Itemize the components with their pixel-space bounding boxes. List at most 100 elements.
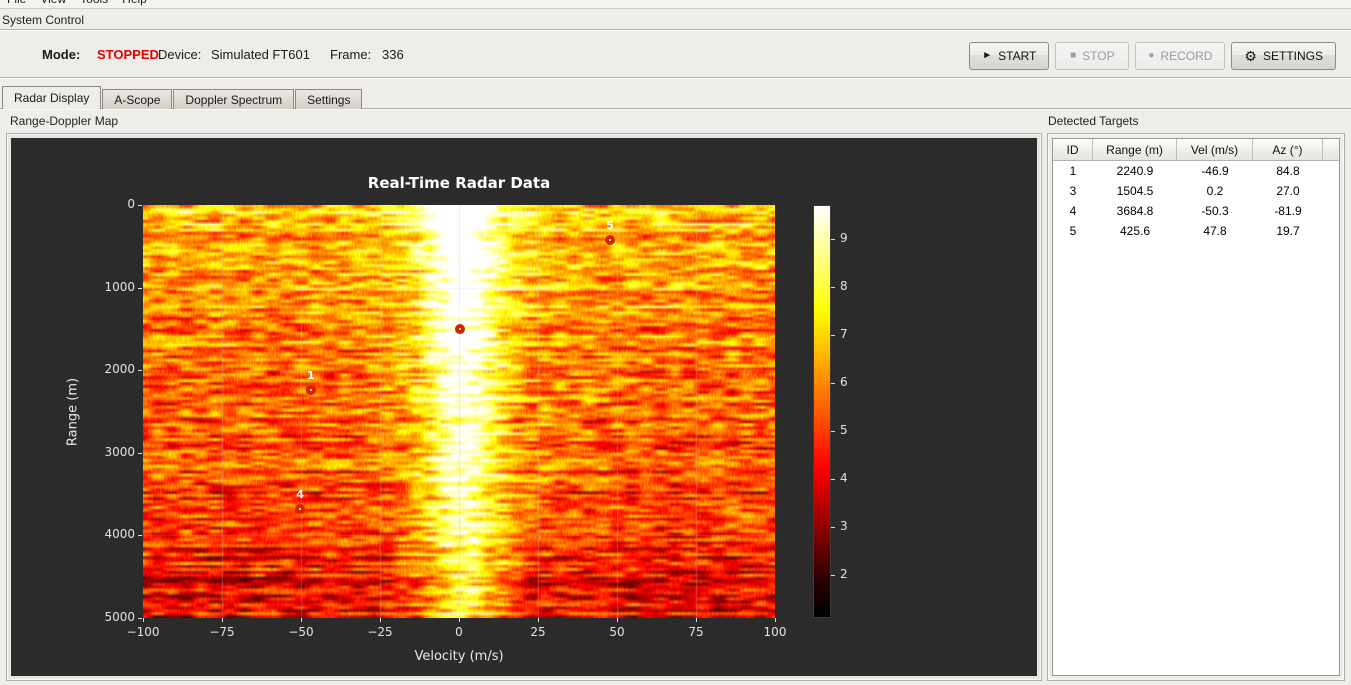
y-tick-mark — [138, 205, 142, 206]
record-button[interactable]: ● RECORD — [1135, 42, 1225, 70]
table-cell: 1 — [1053, 161, 1093, 181]
frame-value: 336 — [382, 47, 404, 62]
settings-button[interactable]: ⚙ SETTINGS — [1231, 42, 1336, 70]
transport-buttons: ► START ■ STOP ● RECORD ⚙ SETTINGS — [969, 42, 1336, 70]
tab-radar-display[interactable]: Radar Display — [2, 86, 101, 109]
y-tick-label: 0 — [65, 197, 135, 211]
column-header-vel-m-s[interactable]: Vel (m/s) — [1177, 139, 1253, 161]
target-marker — [295, 504, 305, 514]
x-tick-label: 50 — [609, 625, 624, 639]
colorbar-tick-label: 4 — [840, 471, 848, 485]
x-tick-label: 100 — [764, 625, 787, 639]
x-tick-label: 0 — [455, 625, 463, 639]
table-row[interactable]: 4 3684.8 -50.3 -81.9 — [1053, 201, 1339, 221]
x-tick-mark — [617, 618, 618, 622]
table-cell: 3684.8 — [1093, 201, 1177, 221]
colorbar-tick-mark — [831, 383, 835, 384]
detected-targets-frame: ID Range (m) Vel (m/s) Az (°) 1 2240.9 -46.9 8… — [1047, 133, 1345, 681]
stop-icon: ■ — [1070, 51, 1076, 61]
play-icon: ► — [982, 51, 992, 61]
target-label: 1 — [307, 369, 315, 382]
start-button[interactable]: ► START — [969, 42, 1049, 70]
y-tick-label: 5000 — [65, 610, 135, 624]
stop-button[interactable]: ■ STOP — [1055, 42, 1129, 70]
y-tick-mark — [138, 370, 142, 371]
menu-item-file[interactable]: File — [4, 0, 37, 6]
record-button-label: RECORD — [1160, 49, 1212, 63]
table-cell: 84.8 — [1253, 161, 1323, 181]
range-doppler-heatmap — [143, 205, 775, 618]
table-cell: 4 — [1053, 201, 1093, 221]
detected-targets-table: ID Range (m) Vel (m/s) Az (°) 1 2240.9 -46.9 8… — [1052, 138, 1340, 676]
x-tick-mark — [143, 618, 144, 622]
x-tick-mark — [222, 618, 223, 622]
system-control-group-title: System Control — [2, 13, 84, 27]
menu-items: FileViewToolsHelp — [0, 0, 1351, 8]
gear-icon: ⚙ — [1244, 49, 1257, 63]
y-tick-mark — [138, 453, 142, 454]
record-icon: ● — [1148, 51, 1154, 61]
table-header-row: ID Range (m) Vel (m/s) Az (°) — [1053, 139, 1339, 161]
colorbar-tick-mark — [831, 479, 835, 480]
x-tick-mark — [459, 618, 460, 622]
y-tick-label: 1000 — [65, 280, 135, 294]
table-cell: -46.9 — [1177, 161, 1253, 181]
y-tick-mark — [138, 535, 142, 536]
mode-label: Mode: — [42, 47, 80, 62]
x-tick-label: −75 — [209, 625, 234, 639]
range-doppler-map-caption: Range-Doppler Map — [10, 114, 118, 128]
column-header-az[interactable]: Az (°) — [1253, 139, 1323, 161]
menu-item-help[interactable]: Help — [119, 0, 158, 6]
colorbar-tick-label: 7 — [840, 327, 848, 341]
x-tick-mark — [301, 618, 302, 622]
target-label: 3 — [456, 308, 464, 321]
table-cell: -50.3 — [1177, 201, 1253, 221]
table-cell: 0.2 — [1177, 181, 1253, 201]
column-header-id[interactable]: ID — [1053, 139, 1093, 161]
tab-a-scope[interactable]: A-Scope — [102, 89, 172, 109]
tab-bar: Radar Display A-Scope Doppler Spectrum Sett… — [2, 86, 363, 109]
x-tick-mark — [775, 618, 776, 622]
range-doppler-chart: Real-Time Radar Data Velocity (m/s) Rang… — [11, 138, 1037, 676]
x-tick-label: −50 — [288, 625, 313, 639]
table-row[interactable]: 1 2240.9 -46.9 84.8 — [1053, 161, 1339, 181]
table-cell: 2240.9 — [1093, 161, 1177, 181]
device-label: Device: — [158, 47, 201, 62]
colorbar — [813, 205, 831, 618]
detected-targets-caption: Detected Targets — [1048, 114, 1139, 128]
target-marker — [455, 324, 465, 334]
table-row[interactable]: 5 425.6 47.8 19.7 — [1053, 221, 1339, 241]
table-cell: 47.8 — [1177, 221, 1253, 241]
x-tick-label: −25 — [367, 625, 392, 639]
table-cell: 19.7 — [1253, 221, 1323, 241]
table-cell: 1504.5 — [1093, 181, 1177, 201]
colorbar-tick-label: 3 — [840, 519, 848, 533]
table-cell: 3 — [1053, 181, 1093, 201]
y-tick-mark — [138, 618, 142, 619]
menu-item-view[interactable]: View — [37, 0, 77, 6]
table-cell: 5 — [1053, 221, 1093, 241]
y-tick-label: 3000 — [65, 445, 135, 459]
table-cell: 27.0 — [1253, 181, 1323, 201]
colorbar-tick-mark — [831, 335, 835, 336]
frame-label: Frame: — [330, 47, 371, 62]
range-doppler-map-panel: Real-Time Radar Data Velocity (m/s) Rang… — [11, 138, 1037, 676]
tab-doppler-spectrum[interactable]: Doppler Spectrum — [173, 89, 294, 109]
tab-settings[interactable]: Settings — [295, 89, 362, 109]
y-tick-label: 2000 — [65, 362, 135, 376]
column-header-range-m[interactable]: Range (m) — [1093, 139, 1177, 161]
table-cell: 425.6 — [1093, 221, 1177, 241]
y-axis-label: Range (m) — [66, 377, 81, 445]
colorbar-tick-label: 5 — [840, 423, 848, 437]
colorbar-tick-label: 8 — [840, 279, 848, 293]
x-tick-label: 25 — [530, 625, 545, 639]
y-tick-mark — [138, 288, 142, 289]
table-row[interactable]: 3 1504.5 0.2 27.0 — [1053, 181, 1339, 201]
colorbar-tick-mark — [831, 527, 835, 528]
chart-title: Real-Time Radar Data — [143, 174, 775, 192]
menu-item-tools[interactable]: Tools — [77, 0, 119, 6]
colorbar-tick-label: 6 — [840, 375, 848, 389]
range-doppler-map-frame: Real-Time Radar Data Velocity (m/s) Rang… — [6, 133, 1042, 681]
target-label: 5 — [606, 219, 614, 232]
start-button-label: START — [998, 49, 1036, 63]
